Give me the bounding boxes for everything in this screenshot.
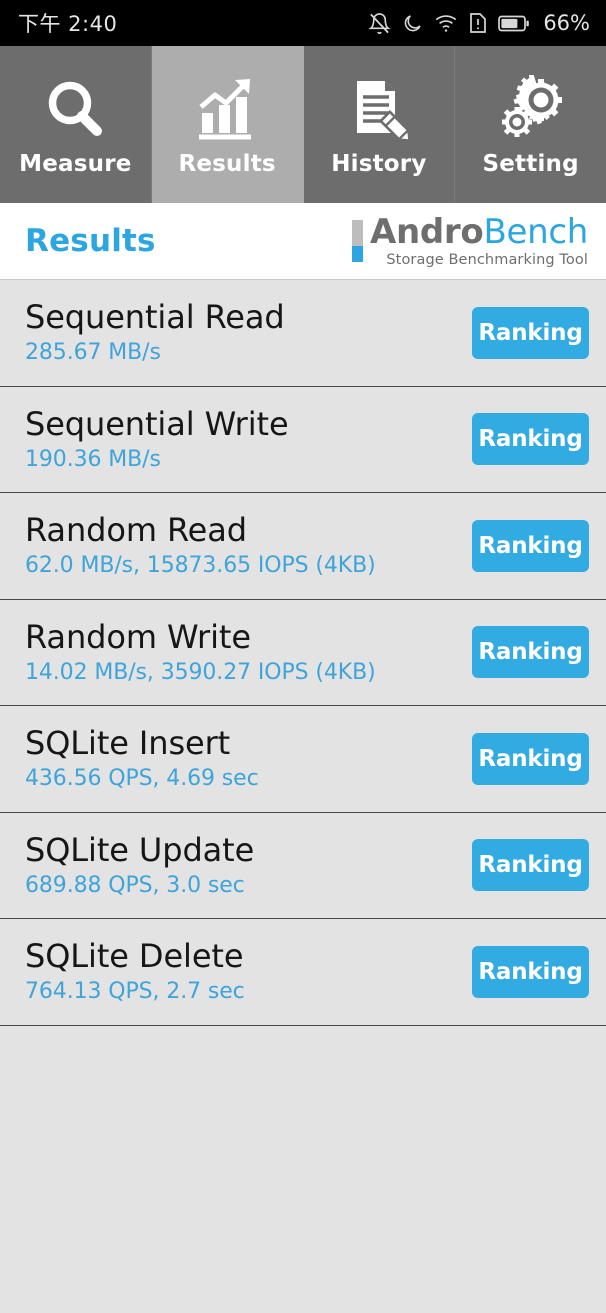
tab-measure-label: Measure bbox=[19, 151, 132, 177]
ranking-button[interactable]: Ranking bbox=[472, 519, 589, 572]
row-texts: SQLite Delete 764.13 QPS, 2.7 sec bbox=[25, 940, 245, 1003]
document-pencil-icon bbox=[344, 73, 414, 147]
table-row[interactable]: Sequential Write 190.36 MB/s Ranking bbox=[0, 386, 606, 493]
logo-wordmark: AndroBench bbox=[370, 215, 588, 249]
wifi-icon bbox=[434, 12, 458, 34]
table-row[interactable]: SQLite Delete 764.13 QPS, 2.7 sec Rankin… bbox=[0, 919, 606, 1026]
table-row[interactable]: SQLite Update 689.88 QPS, 3.0 sec Rankin… bbox=[0, 812, 606, 919]
row-texts: SQLite Update 689.88 QPS, 3.0 sec bbox=[25, 830, 255, 898]
result-name: SQLite Insert bbox=[25, 724, 231, 763]
magnifier-icon bbox=[40, 73, 110, 147]
app-screen: 下午 2:40 66% Measure Results History Sett… bbox=[0, 0, 606, 1313]
result-name: Random Write bbox=[25, 617, 251, 656]
result-value: 689.88 QPS, 3.0 sec bbox=[25, 872, 245, 898]
gears-icon bbox=[496, 73, 566, 147]
bar-chart-arrow-icon bbox=[192, 73, 262, 147]
tab-setting-label: Setting bbox=[482, 151, 579, 177]
ranking-button[interactable]: Ranking bbox=[472, 413, 589, 466]
table-row[interactable]: Random Read 62.0 MB/s, 15873.65 IOPS (4K… bbox=[0, 493, 606, 600]
row-texts: Sequential Write 190.36 MB/s bbox=[25, 404, 289, 472]
row-texts: SQLite Insert 436.56 QPS, 4.69 sec bbox=[25, 727, 259, 790]
result-value: 285.67 MB/s bbox=[25, 340, 161, 365]
result-value: 14.02 MB/s, 3590.27 IOPS (4KB) bbox=[25, 659, 376, 685]
result-value: 436.56 QPS, 4.69 sec bbox=[25, 766, 259, 791]
ranking-button[interactable]: Ranking bbox=[472, 945, 589, 998]
tab-history[interactable]: History bbox=[303, 46, 456, 203]
battery-percent-label: 66% bbox=[543, 11, 590, 35]
status-time: 下午 2:40 bbox=[18, 12, 118, 36]
ranking-button[interactable]: Ranking bbox=[472, 306, 589, 359]
tab-results[interactable]: Results bbox=[151, 46, 304, 203]
battery-icon bbox=[498, 14, 530, 33]
bell-muted-icon bbox=[368, 12, 392, 35]
logo-tagline: Storage Benchmarking Tool bbox=[386, 251, 588, 268]
result-name: Sequential Read bbox=[25, 298, 285, 337]
row-texts: Sequential Read 285.67 MB/s bbox=[25, 301, 285, 364]
ranking-button[interactable]: Ranking bbox=[472, 626, 589, 679]
result-name: Random Read bbox=[25, 511, 247, 550]
tab-setting[interactable]: Setting bbox=[455, 46, 606, 203]
moon-icon bbox=[402, 13, 423, 34]
logo-andro: Andro bbox=[369, 211, 484, 252]
row-texts: Random Read 62.0 MB/s, 15873.65 IOPS (4K… bbox=[25, 514, 376, 577]
status-icon-group: 66% bbox=[368, 11, 590, 35]
results-list: Sequential Read 285.67 MB/s Ranking Sequ… bbox=[0, 280, 606, 1026]
result-value: 190.36 MB/s bbox=[25, 446, 161, 472]
result-value: 764.13 QPS, 2.7 sec bbox=[25, 979, 245, 1004]
androbench-logo: AndroBench Storage Benchmarking Tool bbox=[351, 215, 588, 268]
page-title: Results bbox=[25, 223, 156, 259]
row-texts: Random Write 14.02 MB/s, 3590.27 IOPS (4… bbox=[25, 617, 376, 685]
page-header: Results AndroBench Storage Benchmarking … bbox=[0, 203, 606, 280]
list-empty-area bbox=[0, 1025, 606, 1313]
table-row[interactable]: Random Write 14.02 MB/s, 3590.27 IOPS (4… bbox=[0, 599, 606, 706]
result-name: SQLite Delete bbox=[25, 937, 244, 976]
tab-measure[interactable]: Measure bbox=[0, 46, 152, 203]
logo-text: AndroBench Storage Benchmarking Tool bbox=[370, 215, 588, 268]
logo-bench: Bench bbox=[483, 211, 588, 252]
tab-results-label: Results bbox=[178, 151, 276, 177]
result-name: Sequential Write bbox=[25, 404, 289, 443]
ranking-button[interactable]: Ranking bbox=[472, 732, 589, 785]
tab-history-label: History bbox=[331, 151, 427, 177]
status-bar: 下午 2:40 66% bbox=[0, 0, 606, 46]
result-name: SQLite Update bbox=[25, 830, 255, 869]
logo-bar-icon bbox=[351, 220, 363, 262]
result-value: 62.0 MB/s, 15873.65 IOPS (4KB) bbox=[25, 553, 376, 578]
tab-bar: Measure Results History Setting bbox=[0, 46, 606, 203]
table-row[interactable]: SQLite Insert 436.56 QPS, 4.69 sec Ranki… bbox=[0, 706, 606, 813]
ranking-button[interactable]: Ranking bbox=[472, 839, 589, 892]
table-row[interactable]: Sequential Read 285.67 MB/s Ranking bbox=[0, 280, 606, 387]
sim-alert-icon bbox=[469, 12, 487, 34]
